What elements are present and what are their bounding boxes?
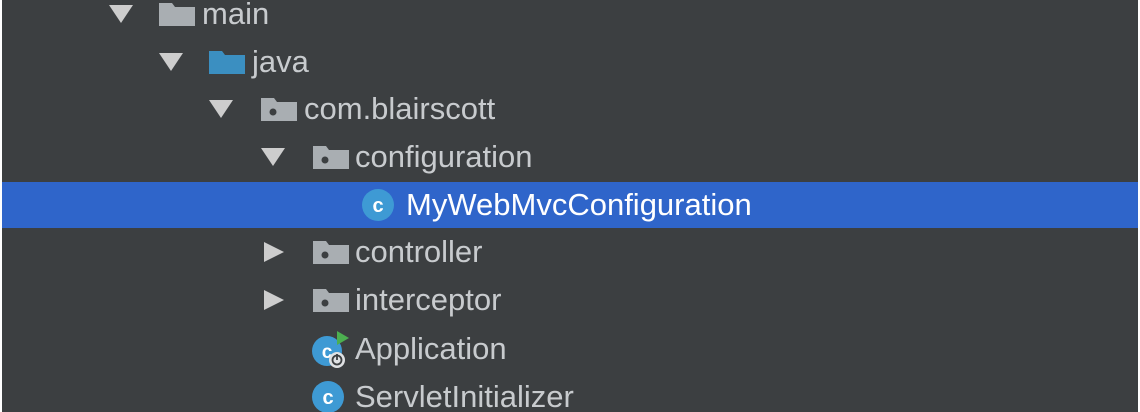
tree-item-servletinitializer[interactable]: c ServletInitializer [2, 374, 1138, 412]
tree-item-configuration[interactable]: configuration [2, 134, 1138, 180]
package-icon [260, 96, 298, 122]
tree-item-java[interactable]: java [2, 39, 1138, 85]
package-icon [312, 144, 350, 170]
tree-item-label: java [252, 44, 309, 79]
package-icon [312, 239, 350, 265]
tree-item-label: com.blairscott [304, 91, 496, 126]
tree-item-label: MyWebMvcConfiguration [406, 187, 752, 222]
tree-item-label: configuration [355, 139, 533, 174]
class-icon: c [311, 380, 345, 412]
folder-icon [158, 1, 196, 27]
collapse-arrow-icon[interactable] [262, 290, 288, 310]
spring-boot-application-icon: c [310, 329, 350, 369]
project-tree: main java com.blairscott configuration c… [2, 0, 1138, 412]
expand-arrow-icon[interactable] [260, 147, 286, 167]
tree-item-label: controller [355, 234, 483, 269]
tree-item-label: Application [355, 331, 507, 366]
tree-item-application[interactable]: c Application [2, 326, 1138, 372]
tree-item-label: interceptor [355, 282, 502, 317]
expand-arrow-icon[interactable] [108, 4, 134, 24]
tree-item-main[interactable]: main [2, 0, 1138, 37]
expand-arrow-icon[interactable] [208, 99, 234, 119]
package-icon [312, 287, 350, 313]
tree-item-interceptor[interactable]: interceptor [2, 277, 1138, 323]
tree-item-label: main [202, 0, 270, 31]
expand-arrow-icon[interactable] [158, 52, 184, 72]
collapse-arrow-icon[interactable] [262, 242, 288, 262]
tree-item-com-blairscott[interactable]: com.blairscott [2, 86, 1138, 132]
svg-text:c: c [322, 387, 333, 409]
tree-item-mywebmvcconfiguration[interactable]: c MyWebMvcConfiguration [2, 182, 1138, 228]
source-folder-icon [208, 49, 246, 75]
tree-item-controller[interactable]: controller [2, 229, 1138, 275]
class-icon: c [361, 188, 395, 222]
tree-item-label: ServletInitializer [355, 379, 574, 412]
svg-text:c: c [372, 195, 383, 217]
